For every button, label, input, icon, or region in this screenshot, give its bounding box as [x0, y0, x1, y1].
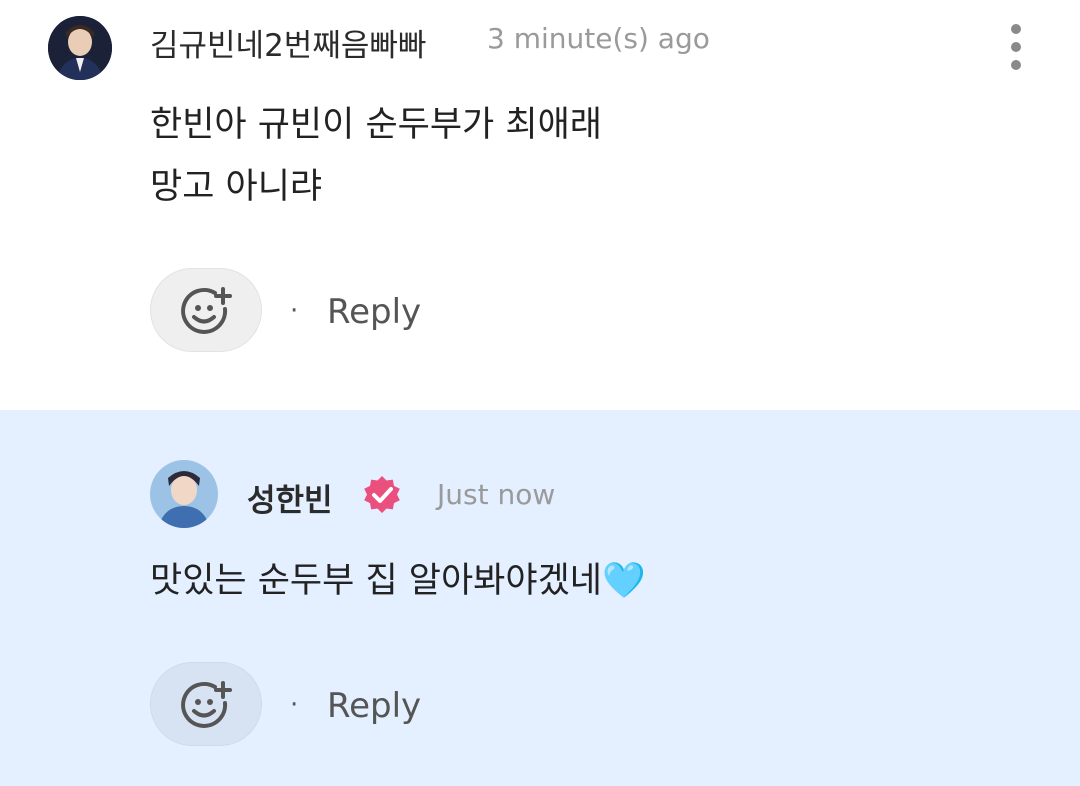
add-reaction-icon	[181, 287, 232, 334]
add-reaction-icon	[181, 681, 232, 728]
light-blue-heart-emoji: 🩵	[601, 561, 646, 601]
avatar[interactable]	[48, 16, 112, 80]
comment-text-line-1: 한빈아 규빈이 순두부가 최애래	[150, 105, 602, 145]
author-name[interactable]: 김규빈네2번째음빠빠	[150, 20, 426, 65]
avatar[interactable]	[150, 460, 218, 528]
reply-button[interactable]: Reply	[327, 686, 421, 726]
separator-dot: ·	[290, 296, 299, 326]
separator-dot: ·	[290, 690, 299, 720]
comment-text-content: 맛있는 순두부 집 알아봐야겠네	[150, 561, 602, 601]
timestamp: Just now	[437, 478, 556, 511]
timestamp: 3 minute(s) ago	[487, 22, 710, 55]
add-reaction-button[interactable]	[150, 662, 262, 746]
reply-button[interactable]: Reply	[327, 292, 421, 332]
add-reaction-button[interactable]	[150, 268, 262, 352]
comment-text-line-2: 망고 아니랴	[150, 167, 323, 207]
more-options-icon[interactable]	[1004, 24, 1028, 72]
verified-badge-icon	[364, 476, 400, 513]
comment-text: 맛있는 순두부 집 알아봐야겠네🩵	[150, 554, 646, 608]
comment: 김규빈네2번째음빠빠 3 minute(s) ago 한빈아 규빈이 순두부가 …	[0, 0, 1080, 410]
author-name[interactable]: 성한빈	[247, 475, 333, 520]
